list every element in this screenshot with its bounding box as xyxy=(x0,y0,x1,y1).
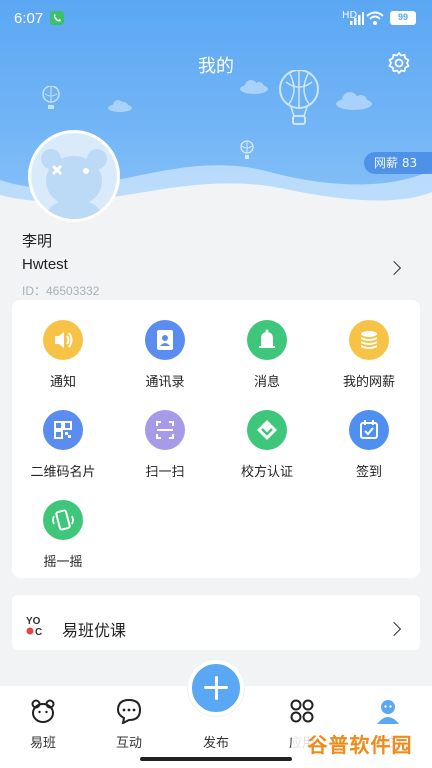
grid-label: 通讯录 xyxy=(145,375,185,390)
status-bar: 6:07 HD 99 xyxy=(0,0,432,36)
chevron-right-icon xyxy=(386,621,402,637)
status-time: 6:07 xyxy=(14,10,44,27)
course-label: 易班优课 xyxy=(62,621,127,640)
coin-stack-icon xyxy=(349,320,389,360)
grid-item-checkin[interactable]: 签到 xyxy=(318,390,420,480)
grid-label: 通知 xyxy=(49,375,76,390)
grid-label: 我的网薪 xyxy=(342,375,395,390)
verified-icon xyxy=(247,410,287,450)
tab-label: 易班 xyxy=(29,736,56,751)
user-account: Hwtest xyxy=(22,256,68,273)
grid-item-shake[interactable]: 摇一摇 xyxy=(12,480,114,570)
bell-icon xyxy=(247,320,287,360)
cloud-icon xyxy=(108,100,132,112)
grid-item-points[interactable]: 我的网薪 xyxy=(318,300,420,390)
scan-icon xyxy=(145,410,185,450)
apps-icon xyxy=(290,699,314,723)
feature-grid: 通知 通讯录 消息 我的网薪 二维码名片 扫一扫 校方认证 签到 摇一摇 xyxy=(12,300,420,578)
gear-icon[interactable] xyxy=(387,51,411,75)
grid-item-qr-card[interactable]: 二维码名片 xyxy=(12,390,114,480)
page-title: 我的 xyxy=(198,56,234,77)
avatar[interactable] xyxy=(28,130,120,222)
qr-code-icon xyxy=(43,410,83,450)
course-entry[interactable]: YO C 易班优课 xyxy=(12,595,420,650)
chevron-right-icon xyxy=(386,260,402,276)
bear-icon xyxy=(31,699,55,723)
balloon-icon xyxy=(279,70,319,125)
profile-info[interactable]: 李明 Hwtest ID：46503332 xyxy=(0,225,432,300)
speaker-icon xyxy=(43,320,83,360)
user-name: 李明 xyxy=(22,232,53,250)
grid-item-contacts[interactable]: 通讯录 xyxy=(114,300,216,390)
user-id: ID：46503332 xyxy=(22,284,100,298)
grid-label: 摇一摇 xyxy=(43,555,83,570)
grid-label: 校方认证 xyxy=(240,465,293,480)
balloon-icon xyxy=(42,86,60,109)
grid-label: 签到 xyxy=(355,465,382,480)
tab-label: 发布 xyxy=(202,736,229,751)
watermark: 谷普软件园 xyxy=(292,728,428,762)
grid-label: 扫一扫 xyxy=(145,465,185,480)
cloud-icon xyxy=(240,80,268,94)
contacts-icon xyxy=(145,320,185,360)
yoc-logo: YO C xyxy=(26,615,50,638)
tab-yiban[interactable]: 易班 xyxy=(0,686,86,768)
tab-label: 互动 xyxy=(115,736,142,751)
shake-phone-icon xyxy=(43,500,83,540)
svg-text:C: C xyxy=(35,627,42,637)
grid-label: 二维码名片 xyxy=(30,465,96,480)
person-icon xyxy=(377,700,399,724)
grid-item-notice[interactable]: 通知 xyxy=(12,300,114,390)
calendar-check-icon xyxy=(349,410,389,450)
svg-text:YO: YO xyxy=(26,616,41,627)
bear-avatar-icon xyxy=(41,149,107,219)
grid-item-verification[interactable]: 校方认证 xyxy=(216,390,318,480)
battery-icon: 99 xyxy=(390,11,416,25)
publish-button[interactable] xyxy=(188,660,244,716)
grid-item-scan[interactable]: 扫一扫 xyxy=(114,390,216,480)
tab-interaction[interactable]: 互动 xyxy=(86,686,172,768)
chat-bubble-icon xyxy=(116,698,142,724)
home-indicator[interactable] xyxy=(140,757,292,761)
cloud-icon xyxy=(336,92,372,110)
call-icon xyxy=(50,11,64,25)
points-badge[interactable]: 网薪 83 xyxy=(364,152,432,174)
wifi-icon xyxy=(366,11,384,25)
signal-icon xyxy=(350,12,364,25)
grid-item-messages[interactable]: 消息 xyxy=(216,300,318,390)
grid-label: 消息 xyxy=(253,375,280,390)
